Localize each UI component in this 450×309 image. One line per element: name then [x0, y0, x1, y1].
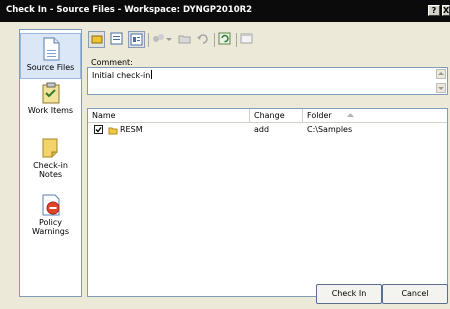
- sort-ascending-icon: [347, 113, 355, 117]
- nav-check-in-notes-label-1: Check-in: [33, 161, 68, 170]
- policy-warnings-icon: [42, 194, 59, 216]
- channel-panel: Source Files Work Items Check-in Notes P…: [19, 29, 82, 297]
- nav-check-in-notes[interactable]: Check-in Notes: [20, 137, 81, 187]
- column-header-folder[interactable]: Folder: [303, 109, 447, 122]
- checkmark-icon: [95, 127, 102, 133]
- view-flat-icon: [91, 35, 103, 44]
- dialog-client-area: Source Files Work Items Check-in Notes P…: [0, 22, 450, 309]
- nav-work-items-label: Work Items: [27, 106, 74, 115]
- unshelve-button[interactable]: [177, 31, 194, 48]
- check-in-notes-icon: [42, 138, 57, 158]
- options-button[interactable]: [239, 31, 256, 48]
- arrow-up-icon: [438, 72, 444, 75]
- nav-source-files[interactable]: Source Files: [20, 33, 81, 79]
- tree-view-icon: [130, 33, 143, 46]
- close-button[interactable]: X: [442, 5, 450, 16]
- work-items-icon: [42, 82, 59, 104]
- list-view-button[interactable]: [109, 31, 126, 48]
- comment-text: Initial check-in: [92, 70, 153, 80]
- pending-changes-list[interactable]: Name Change Folder RESM add C:\Samples: [87, 108, 448, 297]
- toolbar-separator: [148, 33, 149, 47]
- list-header: Name Change Folder: [88, 109, 447, 123]
- refresh-button[interactable]: [217, 31, 234, 48]
- nav-policy-warnings[interactable]: Policy Warnings: [20, 194, 81, 244]
- shelve-icon: [153, 34, 164, 42]
- list-view-icon: [110, 32, 123, 45]
- nav-source-files-label: Source Files: [26, 63, 75, 72]
- toolbar-separator: [214, 33, 215, 47]
- row-folder: C:\Samples: [307, 125, 353, 134]
- toolbar-separator: [236, 33, 237, 47]
- scroll-up-button[interactable]: [436, 69, 446, 79]
- chevron-down-icon: [166, 38, 172, 41]
- check-in-button[interactable]: Check In: [316, 284, 382, 304]
- scroll-down-button[interactable]: [436, 83, 446, 93]
- nav-policy-warnings-label-2: Warnings: [31, 227, 70, 236]
- undo-icon: [197, 34, 208, 44]
- folder-icon: [108, 127, 118, 135]
- row-name: RESM: [120, 125, 143, 134]
- comment-label: Comment:: [91, 58, 133, 67]
- undo-button[interactable]: [195, 31, 212, 48]
- nav-work-items[interactable]: Work Items: [20, 82, 81, 126]
- folder-icon: [178, 35, 191, 44]
- arrow-down-icon: [438, 87, 444, 90]
- source-files-icon: [43, 37, 59, 61]
- table-row[interactable]: RESM add C:\Samples: [88, 124, 447, 136]
- row-change: add: [254, 125, 270, 134]
- toolbar: [87, 31, 287, 51]
- cancel-button[interactable]: Cancel: [382, 284, 448, 304]
- window-title: Check In - Source Files - Workspace: DYN…: [6, 5, 253, 15]
- shelve-dropdown[interactable]: [165, 31, 173, 48]
- tree-view-button[interactable]: [128, 31, 145, 48]
- nav-check-in-notes-label-2: Notes: [38, 170, 63, 179]
- title-bar: Check In - Source Files - Workspace: DYN…: [0, 0, 450, 22]
- row-checkbox[interactable]: [94, 125, 103, 134]
- window-icon: [240, 33, 253, 44]
- refresh-icon: [218, 32, 231, 45]
- help-button[interactable]: ?: [428, 5, 440, 16]
- nav-policy-warnings-label-1: Policy: [38, 218, 62, 227]
- column-header-name[interactable]: Name: [88, 109, 250, 122]
- view-mode-button[interactable]: [88, 31, 105, 48]
- column-header-change[interactable]: Change: [250, 109, 303, 122]
- comment-input[interactable]: Initial check-in: [87, 67, 448, 95]
